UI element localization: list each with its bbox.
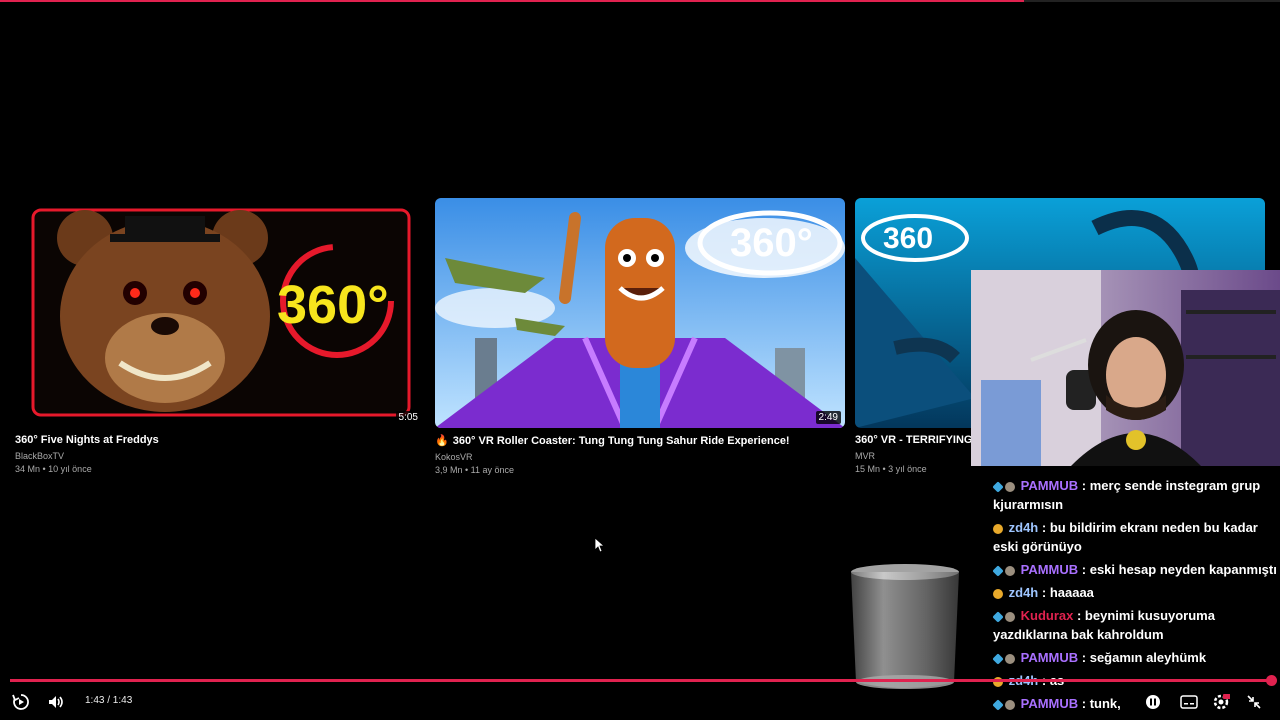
- subtitles-icon[interactable]: [1178, 692, 1200, 712]
- chat-message: Kudurax : beynimi kusuyoruma yazdıkların…: [992, 606, 1280, 644]
- duration-badge: 2:49: [815, 411, 841, 424]
- top-progress-bar: [0, 0, 1280, 2]
- blue-badge-icon: [992, 564, 1004, 577]
- roller-coaster-thumbnail-icon: 360°: [435, 198, 845, 428]
- chat-message: zd4h : haaaaa: [993, 583, 1280, 602]
- exit-fullscreen-icon[interactable]: [1243, 692, 1265, 712]
- video-title[interactable]: 360° Five Nights at Freddys: [15, 434, 425, 446]
- chat-message: zd4h : bu bildirim ekranı neden bu kadar…: [993, 518, 1280, 556]
- video-card[interactable]: 360° 2:49 🔥 360° VR Roller Coaster: Tung …: [435, 198, 845, 475]
- pause-icon[interactable]: [1142, 692, 1164, 712]
- chat-text: : seğamın aleyhümk: [1081, 650, 1207, 665]
- volume-icon[interactable]: [45, 692, 67, 712]
- freddy-thumbnail-icon: 360°: [31, 208, 411, 417]
- chat-message: PAMMUB : eski hesap neyden kapanmıştı: [992, 560, 1280, 579]
- chat-message: PAMMUB : merç sende instegram grup kjura…: [992, 476, 1280, 514]
- time-display: 1:43 / 1:43: [85, 695, 133, 706]
- gray-badge-icon: [1005, 565, 1015, 576]
- chat-username: PAMMUB: [1020, 650, 1079, 665]
- video-thumbnail[interactable]: 360° 2:49: [435, 198, 845, 428]
- svg-text:360°: 360°: [730, 221, 813, 265]
- gray-badge-icon: [1005, 611, 1015, 622]
- gold-badge-icon: [993, 588, 1003, 599]
- seek-bar[interactable]: [10, 675, 1277, 686]
- chat-username: PAMMUB: [1020, 562, 1079, 577]
- duration-badge: 5:05: [395, 411, 421, 424]
- webcam-overlay: [971, 270, 1280, 466]
- svg-text:360°: 360°: [277, 275, 389, 335]
- fire-icon: 🔥: [435, 435, 449, 447]
- streamer-webcam-icon: [971, 270, 1280, 466]
- settings-icon[interactable]: [1210, 692, 1232, 712]
- chat-message: PAMMUB : seğamın aleyhümk: [992, 648, 1280, 667]
- chat-text: : eski hesap neyden kapanmıştı: [1081, 562, 1277, 577]
- gray-badge-icon: [1005, 653, 1015, 664]
- chat-username: PAMMUB: [1020, 478, 1079, 493]
- video-title[interactable]: 🔥 360° VR Roller Coaster: Tung Tung Tung …: [435, 434, 845, 447]
- video-title-text: 360° VR Roller Coaster: Tung Tung Tung S…: [452, 435, 790, 447]
- video-thumbnail[interactable]: 360° 5:05: [15, 198, 425, 428]
- mouse-cursor-icon: [595, 538, 605, 552]
- video-stats: 3,9 Mn • 11 ay önce: [435, 465, 515, 475]
- blue-badge-icon: [992, 480, 1004, 493]
- chat-username: Kudurax: [1020, 608, 1074, 623]
- chat-username: zd4h: [1008, 585, 1039, 600]
- svg-text:360: 360: [883, 222, 933, 255]
- gray-badge-icon: [1005, 481, 1015, 492]
- gold-badge-icon: [993, 523, 1003, 534]
- blue-badge-icon: [992, 610, 1004, 623]
- player-controls: 1:43 / 1:43: [0, 672, 1280, 720]
- chat-text: : haaaaa: [1041, 585, 1094, 600]
- replay-icon[interactable]: [10, 692, 32, 712]
- seek-handle[interactable]: [1266, 675, 1277, 686]
- channel-name[interactable]: BlackBoxTV: [15, 451, 425, 461]
- chat-username: zd4h: [1008, 520, 1039, 535]
- channel-name[interactable]: KokosVR: [435, 452, 845, 462]
- blue-badge-icon: [992, 652, 1004, 665]
- video-stats: 34 Mn • 10 yıl önce: [15, 464, 92, 474]
- video-card[interactable]: 360° 5:05 360° Five Nights at Freddys Bl…: [15, 198, 425, 474]
